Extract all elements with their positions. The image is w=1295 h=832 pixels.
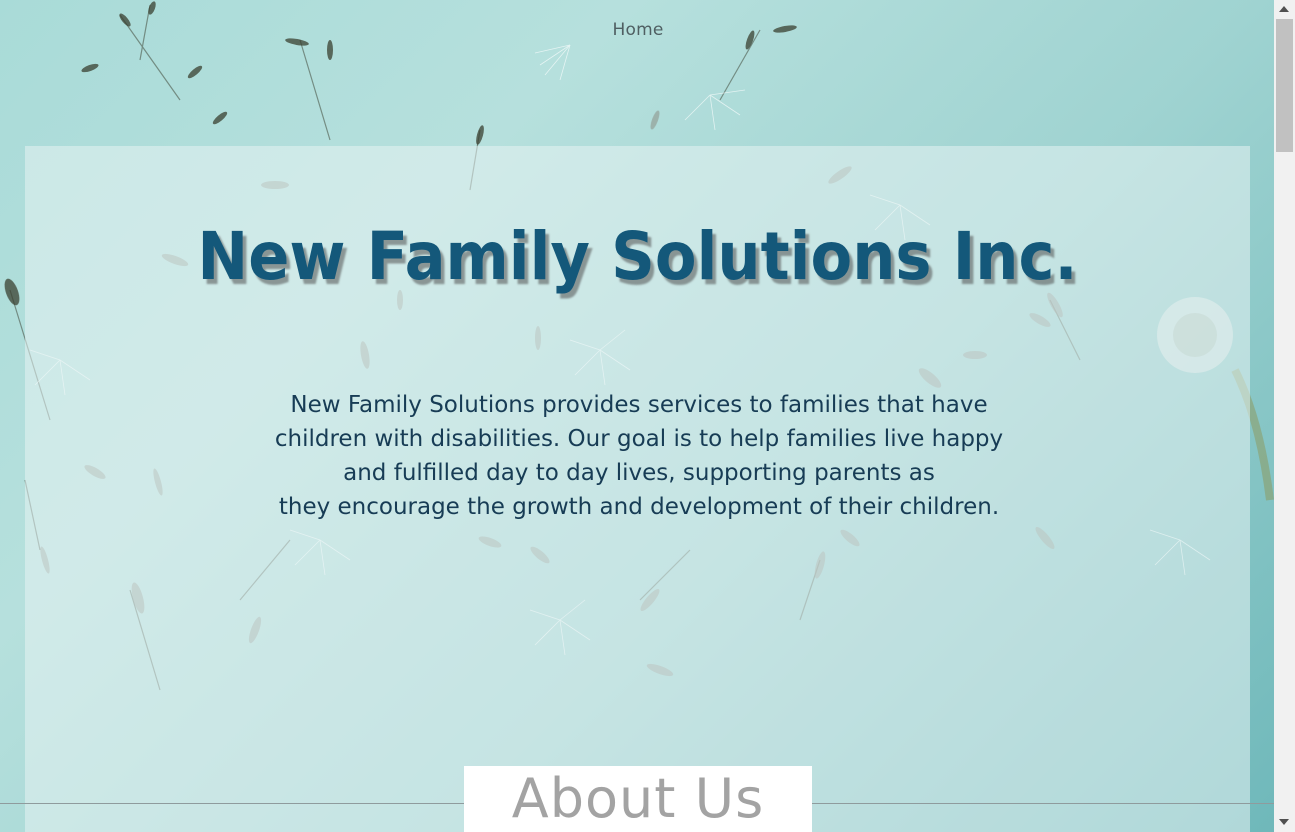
- about-us-heading: About Us: [511, 767, 765, 830]
- description-line: children with disabilities. Our goal is …: [274, 426, 1004, 452]
- description-line: and fulfilled day to day lives, supporti…: [343, 460, 935, 486]
- page: Home New Family Solutions Inc. New Famil…: [0, 0, 1295, 832]
- page-title: New Family Solutions Inc.: [197, 218, 1078, 295]
- description-line: New Family Solutions provides services t…: [290, 392, 988, 418]
- nav-home-link[interactable]: Home: [600, 20, 676, 44]
- scroll-up-arrow-icon[interactable]: [1279, 6, 1289, 12]
- description-line: they encourage the growth and developmen…: [278, 494, 1000, 520]
- hero-description: New Family Solutions provides services t…: [230, 388, 1048, 524]
- scroll-down-arrow-icon[interactable]: [1279, 819, 1289, 825]
- scrollbar-thumb[interactable]: [1276, 19, 1293, 152]
